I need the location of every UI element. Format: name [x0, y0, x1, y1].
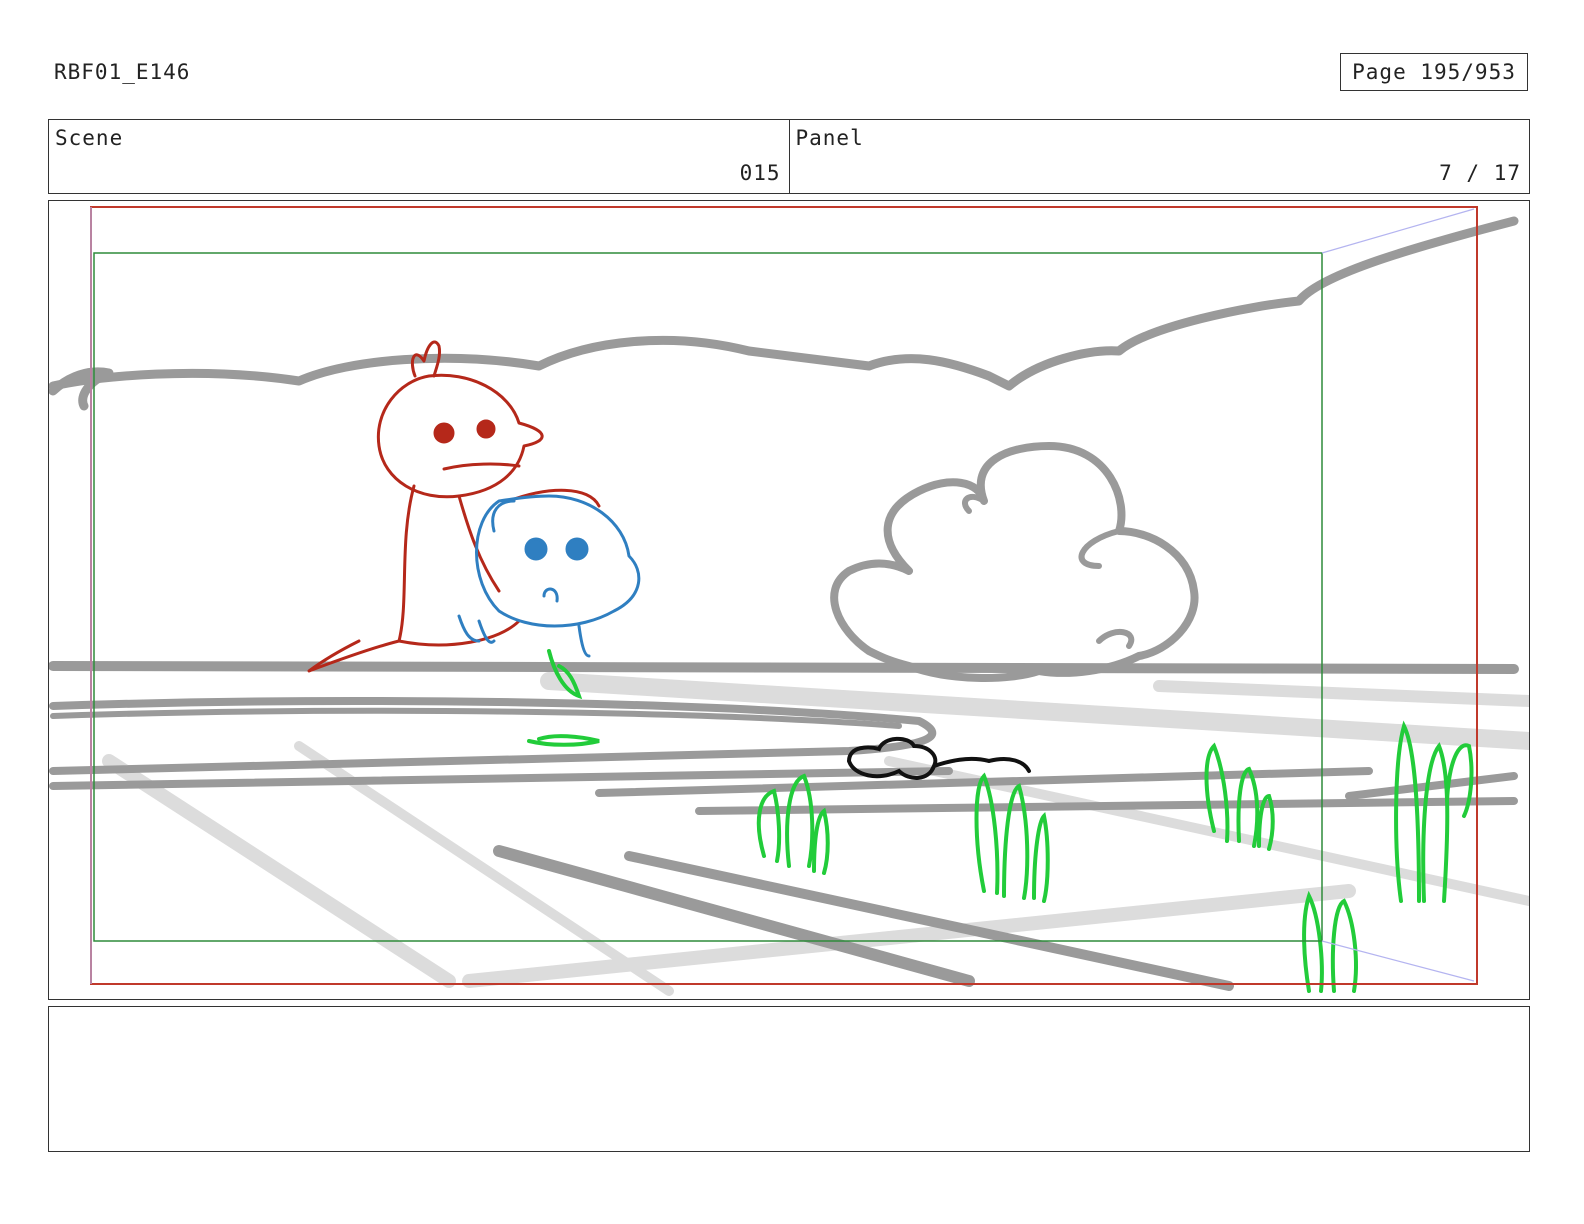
red-character	[307, 340, 601, 673]
camera-move-guides	[90, 207, 1475, 984]
panel-number: 7 / 17	[1439, 161, 1521, 185]
scene-label: Scene	[55, 126, 124, 150]
blue-character	[457, 494, 641, 658]
storyboard-panel	[48, 200, 1530, 1000]
scene-cell: Scene 015	[49, 120, 789, 193]
page-counter-label: Page 195/953	[1352, 60, 1516, 84]
panel-label: Panel	[795, 126, 864, 150]
scene-panel-info-bar: Scene 015 Panel 7 / 17	[48, 119, 1530, 194]
scene-number: 015	[739, 161, 781, 185]
panel-cell: Panel 7 / 17	[788, 120, 1530, 193]
action-safe-frame	[93, 252, 1323, 942]
page-counter: Page 195/953	[1340, 53, 1528, 91]
camera-field-frame	[90, 206, 1478, 985]
document-id: RBF01_E146	[54, 60, 191, 84]
panel-notes	[48, 1006, 1530, 1152]
panel-drawing	[49, 206, 1529, 996]
